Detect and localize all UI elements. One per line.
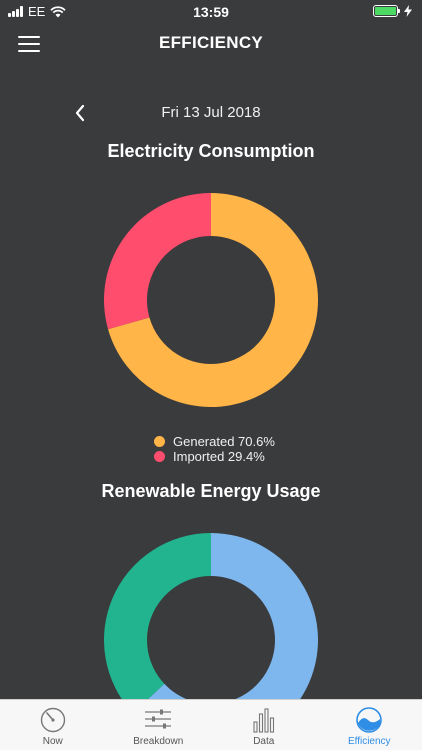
status-time: 13:59 bbox=[193, 4, 229, 20]
consumption-chart-title: Electricity Consumption bbox=[107, 141, 315, 161]
tab-data[interactable]: Data bbox=[211, 700, 317, 750]
nav-header: EFFICIENCY bbox=[0, 28, 422, 58]
date-navigator: Fri 13 Jul 2018 bbox=[0, 102, 422, 124]
status-right bbox=[373, 5, 412, 17]
current-date: Fri 13 Jul 2018 bbox=[161, 104, 261, 121]
bar-chart-icon bbox=[253, 708, 274, 733]
wave-icon bbox=[356, 707, 383, 733]
legend-label-imported: Imported 29.4% bbox=[173, 449, 265, 464]
legend-dot-generated bbox=[154, 436, 165, 447]
legend-label-generated: Generated 70.6% bbox=[173, 434, 275, 449]
tab-efficiency-label: Efficiency bbox=[347, 736, 391, 747]
tab-efficiency[interactable]: Efficiency bbox=[317, 700, 422, 750]
tab-now[interactable]: Now bbox=[0, 700, 106, 750]
legend-item-imported: Imported 29.4% bbox=[154, 449, 275, 464]
consumption-donut-chart bbox=[104, 193, 318, 407]
renewable-slice-1 bbox=[104, 533, 211, 714]
gauge-icon bbox=[40, 707, 65, 733]
legend-dot-imported bbox=[154, 451, 165, 462]
renewable-chart-title: Renewable Energy Usage bbox=[101, 481, 321, 501]
battery-icon bbox=[373, 5, 400, 17]
tab-bar: Now Breakdown Data Efficiency bbox=[0, 699, 422, 750]
consumption-slice-1 bbox=[104, 193, 211, 330]
tab-breakdown-label: Breakdown bbox=[133, 736, 184, 747]
charging-bolt-icon bbox=[404, 5, 412, 17]
legend-item-generated: Generated 70.6% bbox=[154, 434, 275, 449]
sliders-icon bbox=[145, 709, 172, 729]
page-title: EFFICIENCY bbox=[158, 33, 264, 52]
status-bar: EE 13:59 bbox=[0, 0, 422, 24]
tab-now-label: Now bbox=[42, 736, 63, 747]
tab-data-label: Data bbox=[253, 736, 275, 747]
tab-breakdown[interactable]: Breakdown bbox=[106, 700, 212, 750]
consumption-legend: Generated 70.6% Imported 29.4% bbox=[154, 434, 275, 464]
